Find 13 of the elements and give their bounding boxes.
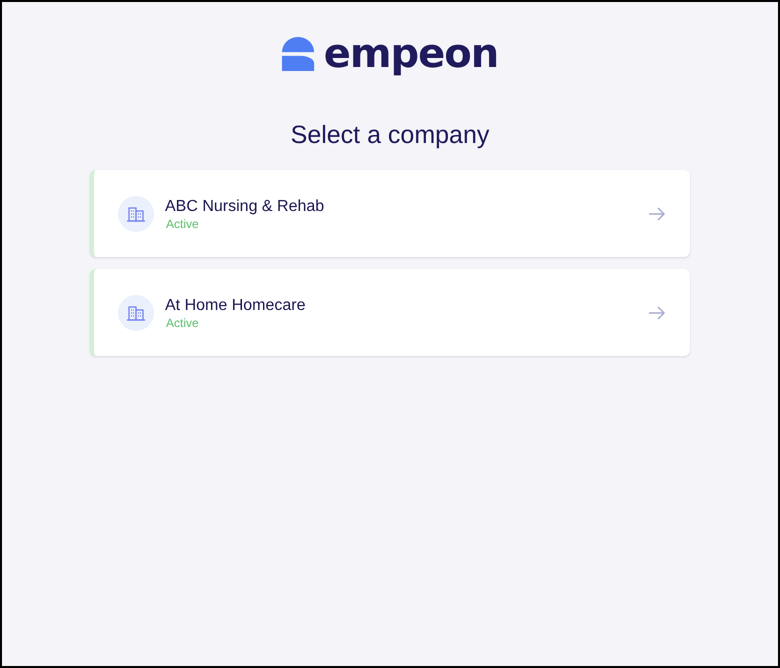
- company-card[interactable]: ABC Nursing & Rehab Active: [90, 170, 690, 257]
- company-status: Active: [166, 216, 200, 230]
- arrow-right-icon: [648, 306, 666, 320]
- company-status: Active: [166, 316, 200, 330]
- logo-icon: [282, 36, 316, 72]
- arrow-right-icon: [648, 206, 666, 220]
- building-icon: [118, 196, 154, 232]
- building-icon: [118, 294, 154, 330]
- page-title: Select a company: [290, 120, 490, 150]
- company-name: At Home Homecare: [165, 296, 306, 316]
- logo-wordmark: empeon: [324, 34, 498, 74]
- company-name: ABC Nursing & Rehab: [165, 196, 326, 216]
- company-card[interactable]: At Home Homecare Active: [90, 269, 690, 356]
